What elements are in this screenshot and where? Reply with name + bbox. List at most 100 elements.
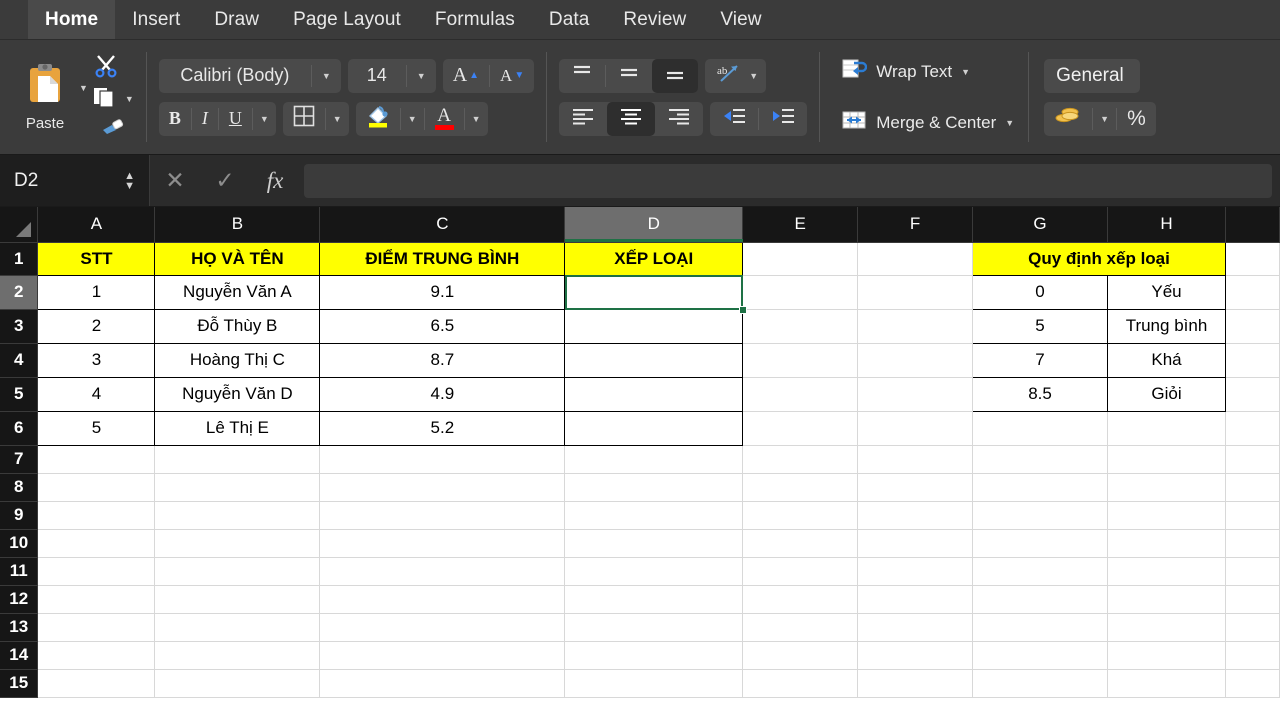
italic-button[interactable]: I xyxy=(192,102,218,136)
cell-H12[interactable] xyxy=(1107,585,1226,614)
formula-input[interactable] xyxy=(304,163,1272,198)
cancel-formula-button[interactable]: ✕ xyxy=(150,167,200,194)
cell-D9[interactable] xyxy=(564,501,744,530)
wrap-text-button[interactable]: Wrap Text ▼ xyxy=(839,53,1016,90)
increase-indent-button[interactable] xyxy=(759,102,807,136)
cell-D4[interactable] xyxy=(564,342,744,378)
font-color-caret-icon[interactable]: ▼ xyxy=(465,102,488,136)
cell-G11[interactable] xyxy=(972,557,1108,586)
cell-D12[interactable] xyxy=(564,585,744,614)
cell-B15[interactable] xyxy=(154,669,321,698)
cell-C8[interactable] xyxy=(319,473,566,502)
cell-G2[interactable]: 0 xyxy=(972,274,1108,310)
cell-C12[interactable] xyxy=(319,585,566,614)
align-middle-button[interactable] xyxy=(606,59,652,93)
cell-E1[interactable] xyxy=(742,242,859,276)
cell-H11[interactable] xyxy=(1107,557,1226,586)
merge-center-caret-icon[interactable]: ▼ xyxy=(1005,118,1014,128)
accounting-caret-icon[interactable]: ▼ xyxy=(1093,102,1116,136)
cell-B7[interactable] xyxy=(154,445,321,474)
cell-G6[interactable] xyxy=(972,411,1108,446)
cell-F2[interactable] xyxy=(857,275,974,310)
cell-H5[interactable]: Giỏi xyxy=(1107,376,1226,412)
cell-G12[interactable] xyxy=(972,585,1108,614)
cell-C11[interactable] xyxy=(319,557,566,586)
cell-G10[interactable] xyxy=(972,529,1108,558)
column-header-d[interactable]: D xyxy=(564,207,744,243)
cell-B2[interactable]: Nguyễn Văn A xyxy=(154,274,321,310)
cell-G8[interactable] xyxy=(972,473,1108,502)
cell-C15[interactable] xyxy=(319,669,566,698)
cell-A14[interactable] xyxy=(37,641,156,670)
column-header-e[interactable]: E xyxy=(742,207,859,243)
cell-I13[interactable] xyxy=(1225,613,1280,642)
cell-B1[interactable]: HỌ VÀ TÊN xyxy=(154,241,321,276)
cell-I7[interactable] xyxy=(1225,445,1280,474)
cell-E6[interactable] xyxy=(742,411,859,446)
name-box-spinner[interactable]: ▲ ▼ xyxy=(124,170,135,191)
cell-C14[interactable] xyxy=(319,641,566,670)
cell-E4[interactable] xyxy=(742,343,859,378)
cell-H9[interactable] xyxy=(1107,501,1226,530)
cell-A11[interactable] xyxy=(37,557,156,586)
cell-F6[interactable] xyxy=(857,411,974,446)
cell-A8[interactable] xyxy=(37,473,156,502)
cell-A9[interactable] xyxy=(37,501,156,530)
cell-B4[interactable]: Hoàng Thị C xyxy=(154,342,321,378)
decrease-indent-button[interactable] xyxy=(710,102,758,136)
cell-I15[interactable] xyxy=(1225,669,1280,698)
cell-H3[interactable]: Trung bình xyxy=(1107,308,1226,344)
cell-G9[interactable] xyxy=(972,501,1108,530)
row-header-5[interactable]: 5 xyxy=(0,377,39,412)
cell-E14[interactable] xyxy=(742,641,859,670)
column-header-h[interactable]: H xyxy=(1107,207,1226,243)
cell-B8[interactable] xyxy=(154,473,321,502)
cell-F14[interactable] xyxy=(857,641,974,670)
cell-A7[interactable] xyxy=(37,445,156,474)
cell-A4[interactable]: 3 xyxy=(37,342,156,378)
cell-G15[interactable] xyxy=(972,669,1108,698)
row-header-9[interactable]: 9 xyxy=(0,501,39,530)
row-header-8[interactable]: 8 xyxy=(0,473,39,502)
cell-G7[interactable] xyxy=(972,445,1108,474)
cell-A10[interactable] xyxy=(37,529,156,558)
cell-A13[interactable] xyxy=(37,613,156,642)
tab-home[interactable]: Home xyxy=(28,0,116,39)
row-header-12[interactable]: 12 xyxy=(0,585,39,614)
cell-E9[interactable] xyxy=(742,501,859,530)
tab-data[interactable]: Data xyxy=(532,0,607,39)
select-all-corner[interactable] xyxy=(0,207,39,243)
cell-B10[interactable] xyxy=(154,529,321,558)
cell-F8[interactable] xyxy=(857,473,974,502)
cell-B12[interactable] xyxy=(154,585,321,614)
format-painter-button[interactable] xyxy=(100,116,126,141)
column-header-extra[interactable] xyxy=(1225,207,1280,243)
cell-G14[interactable] xyxy=(972,641,1108,670)
cell-I10[interactable] xyxy=(1225,529,1280,558)
row-header-3[interactable]: 3 xyxy=(0,309,39,344)
cell-C10[interactable] xyxy=(319,529,566,558)
cell-I6[interactable] xyxy=(1225,411,1280,446)
cell-E12[interactable] xyxy=(742,585,859,614)
cell-E15[interactable] xyxy=(742,669,859,698)
row-header-4[interactable]: 4 xyxy=(0,343,39,378)
cell-F5[interactable] xyxy=(857,377,974,412)
cell-F7[interactable] xyxy=(857,445,974,474)
cell-G4[interactable]: 7 xyxy=(972,342,1108,378)
cell-F9[interactable] xyxy=(857,501,974,530)
cell-F1[interactable] xyxy=(857,242,974,276)
wrap-text-caret-icon[interactable]: ▼ xyxy=(961,67,970,77)
font-size-caret-icon[interactable]: ▼ xyxy=(407,59,436,93)
cell-H4[interactable]: Khá xyxy=(1107,342,1226,378)
cell-I4[interactable] xyxy=(1225,343,1280,378)
text-orientation-caret-icon[interactable]: ▼ xyxy=(747,59,766,93)
cell-C9[interactable] xyxy=(319,501,566,530)
cell-A15[interactable] xyxy=(37,669,156,698)
cell-B9[interactable] xyxy=(154,501,321,530)
cell-D5[interactable] xyxy=(564,376,744,412)
tab-page-layout[interactable]: Page Layout xyxy=(276,0,418,39)
cell-C13[interactable] xyxy=(319,613,566,642)
cell-D6[interactable] xyxy=(564,410,744,446)
cell-H14[interactable] xyxy=(1107,641,1226,670)
column-header-a[interactable]: A xyxy=(37,207,156,243)
